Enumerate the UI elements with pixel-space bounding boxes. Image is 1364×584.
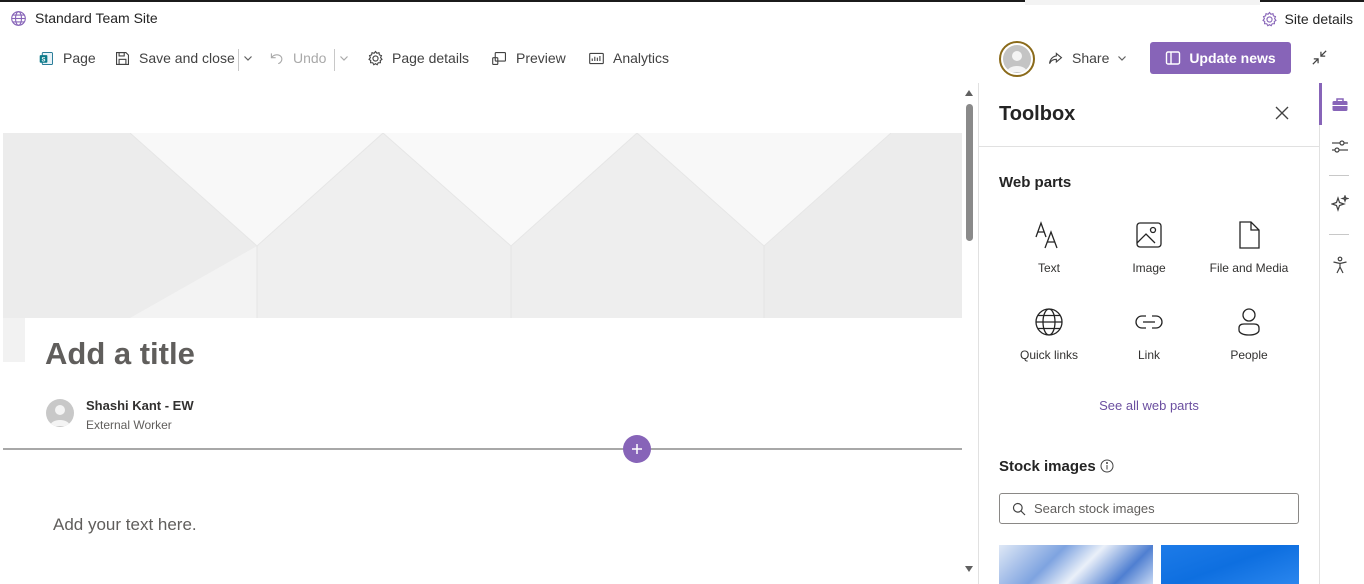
update-news-button[interactable]: Update news	[1150, 42, 1291, 74]
hero-edge	[3, 318, 25, 362]
plus-icon	[632, 444, 642, 454]
stock-image-thumbnail[interactable]	[1161, 545, 1299, 584]
webpart-text[interactable]: Text	[999, 219, 1099, 289]
see-all-web-parts-link[interactable]: See all web parts	[979, 398, 1319, 413]
preview-button[interactable]: Preview	[491, 38, 566, 78]
person-icon	[1238, 308, 1260, 336]
divider	[238, 49, 239, 71]
toolbox-divider	[979, 146, 1319, 147]
info-icon[interactable]	[1100, 459, 1114, 473]
save-and-close-button[interactable]: Save and close	[114, 38, 235, 78]
preview-label: Preview	[516, 50, 566, 66]
close-icon[interactable]	[1275, 106, 1289, 120]
globe-icon	[11, 11, 26, 26]
save-and-close-label: Save and close	[139, 50, 235, 66]
search-icon	[1012, 502, 1026, 515]
scroll-up-arrow-icon[interactable]	[964, 88, 974, 98]
webpart-link[interactable]: Link	[1099, 306, 1199, 376]
image-icon	[1136, 222, 1162, 248]
author-role: External Worker	[86, 418, 172, 432]
page-button[interactable]: S Page	[38, 38, 96, 78]
hex-pattern	[3, 133, 962, 318]
stock-images-search[interactable]	[999, 493, 1299, 524]
undo-button[interactable]: Undo	[268, 38, 326, 78]
stock-images-heading: Stock images	[999, 458, 1096, 475]
webpart-quick-links[interactable]: Quick links	[999, 306, 1099, 376]
author-name[interactable]: Shashi Kant - EW	[86, 398, 194, 413]
sharepoint-page-icon: S	[39, 51, 53, 65]
webpart-people[interactable]: People	[1199, 306, 1299, 376]
svg-text:S: S	[42, 57, 46, 63]
person-icon	[50, 405, 70, 426]
stock-image-thumbnail[interactable]	[999, 545, 1153, 584]
webpart-label: Image	[1132, 261, 1166, 275]
rail-divider	[1329, 234, 1349, 235]
page-label: Page	[63, 50, 96, 66]
webpart-label: File and Media	[1209, 261, 1289, 275]
analytics-button[interactable]: Analytics	[588, 38, 669, 78]
toolbox-title: Toolbox	[999, 103, 1076, 125]
site-details-button[interactable]: Site details	[1261, 9, 1353, 29]
globe-icon	[1035, 308, 1063, 336]
gear-icon	[368, 50, 383, 65]
webpart-file-and-media[interactable]: File and Media	[1199, 219, 1299, 289]
site-details-label: Site details	[1284, 11, 1353, 27]
webpart-label: Link	[1137, 348, 1160, 362]
chevron-down-icon[interactable]	[1116, 52, 1128, 64]
text-webpart-input[interactable]: Add your text here.	[53, 515, 197, 535]
person-icon	[1007, 51, 1027, 72]
webpart-label: Quick links	[1019, 348, 1078, 362]
accessibility-icon[interactable]	[1331, 256, 1349, 274]
divider	[334, 49, 335, 71]
analytics-label: Analytics	[613, 50, 670, 66]
search-input[interactable]	[1034, 501, 1294, 516]
undo-icon	[270, 52, 283, 64]
rail-active-indicator	[1319, 83, 1322, 125]
site-title[interactable]: Standard Team Site	[35, 10, 158, 26]
news-icon	[1166, 51, 1181, 65]
preview-icon	[492, 51, 507, 65]
webpart-label: People	[1230, 348, 1268, 362]
right-rail	[1319, 83, 1364, 584]
user-avatar[interactable]	[999, 41, 1035, 77]
collapse-icon[interactable]	[1310, 48, 1329, 67]
page-title-input[interactable]: Add a title	[45, 336, 195, 372]
undo-label: Undo	[293, 50, 327, 66]
author-avatar	[46, 399, 74, 427]
sparkle-icon[interactable]	[1331, 195, 1349, 213]
share-icon	[1049, 51, 1063, 64]
analytics-icon	[589, 52, 604, 64]
title-area-background	[3, 133, 962, 318]
share-label: Share	[1072, 50, 1110, 66]
chevron-down-icon[interactable]	[338, 52, 350, 64]
web-parts-heading: Web parts	[999, 174, 1072, 191]
gear-icon	[1261, 11, 1277, 26]
settings-sliders-icon[interactable]	[1331, 138, 1349, 156]
page-details-button[interactable]: Page details	[367, 38, 469, 78]
toolbox-panel: Toolbox Web parts Text Image File and Me…	[978, 83, 1319, 584]
share-button[interactable]: Share	[1047, 38, 1109, 78]
save-icon	[115, 51, 130, 65]
page-details-label: Page details	[392, 50, 470, 66]
file-icon	[1239, 221, 1260, 249]
chevron-down-icon[interactable]	[242, 52, 254, 64]
add-section-button[interactable]	[623, 435, 651, 463]
webpart-label: Text	[1037, 261, 1060, 275]
scrollbar-thumb[interactable]	[966, 104, 973, 241]
webpart-image[interactable]: Image	[1099, 219, 1199, 289]
text-icon	[1035, 221, 1058, 249]
rail-divider	[1329, 175, 1349, 176]
toolbox-icon[interactable]	[1331, 96, 1349, 114]
avatar	[1003, 45, 1031, 73]
update-news-label: Update news	[1189, 50, 1276, 66]
scroll-down-arrow-icon[interactable]	[964, 564, 974, 574]
link-icon	[1135, 315, 1163, 329]
site-header: Standard Team Site Site details	[0, 5, 1364, 31]
section-divider	[3, 448, 962, 450]
